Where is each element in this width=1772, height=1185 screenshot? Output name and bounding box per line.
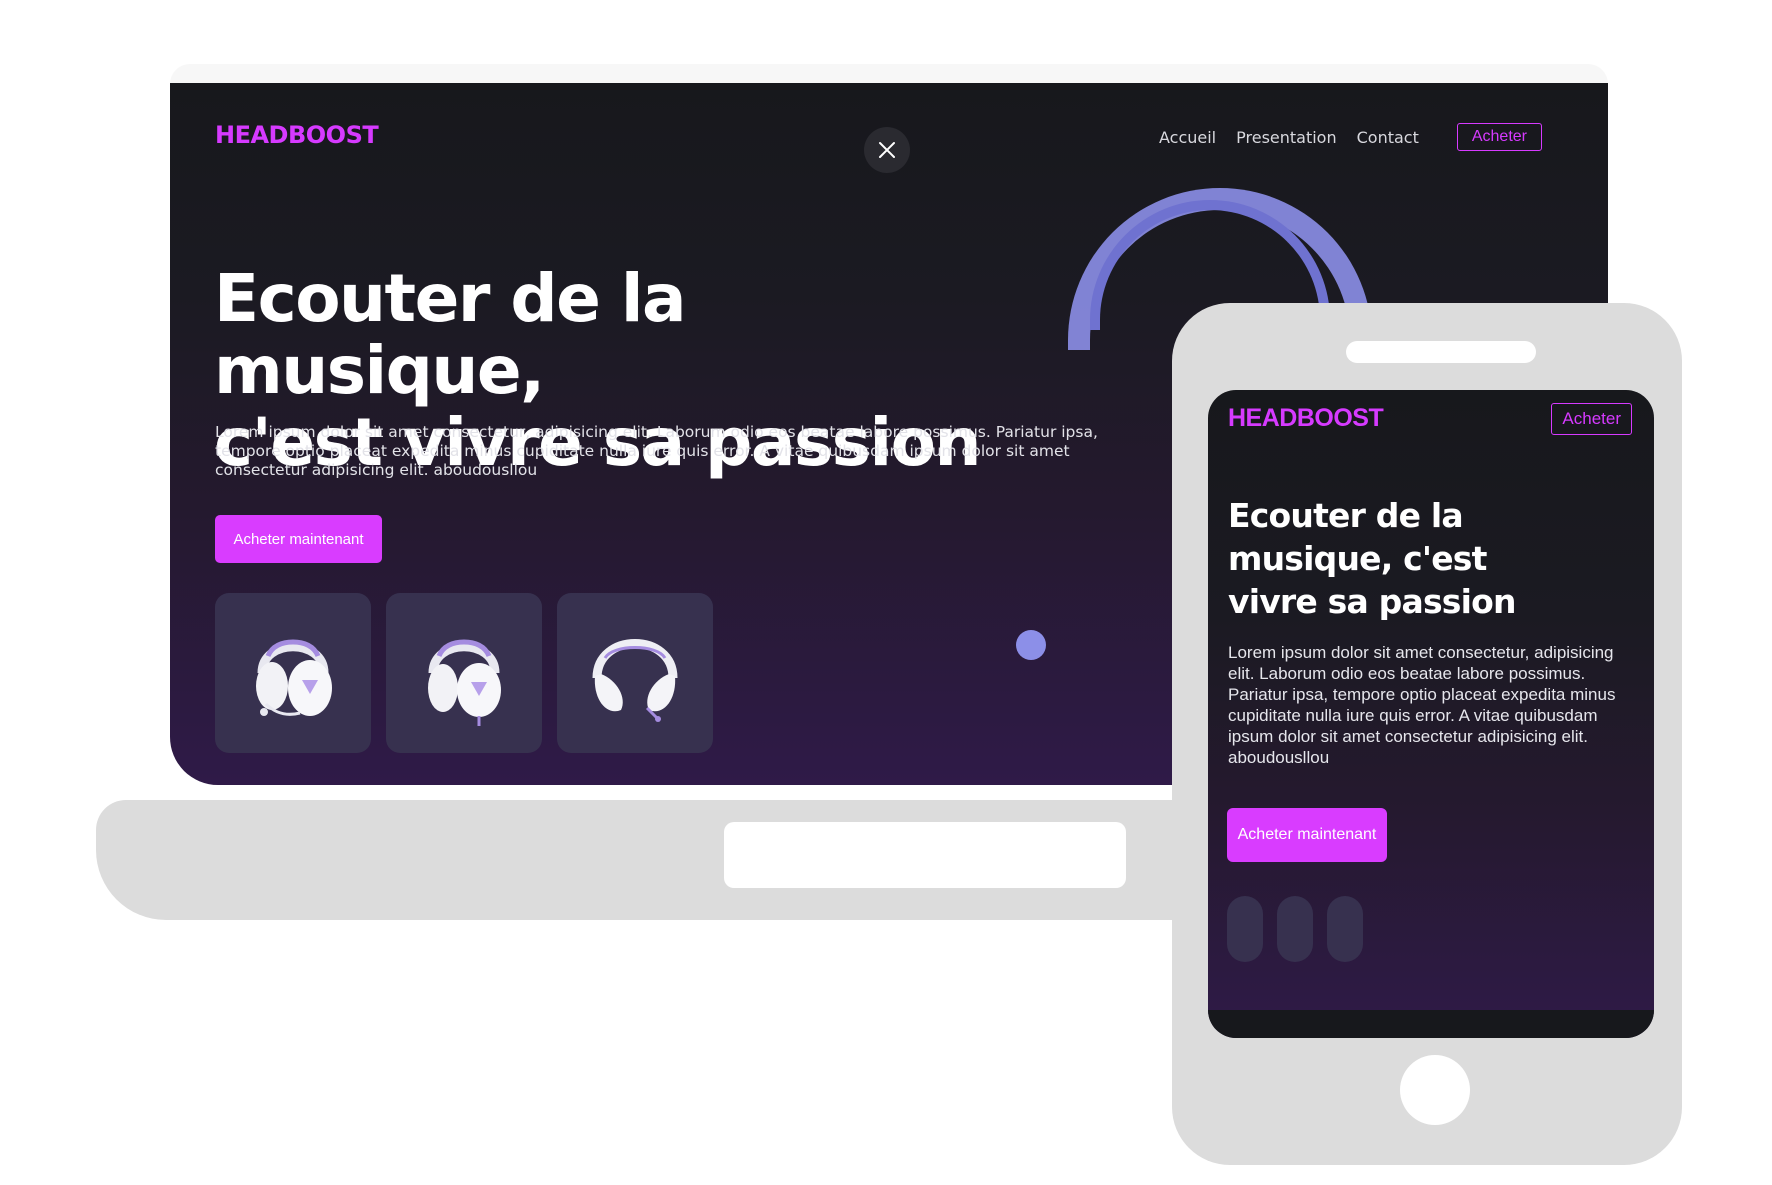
- mobile-hero-description: Lorem ipsum dolor sit amet consectetur, …: [1228, 643, 1616, 767]
- nav-contact[interactable]: Contact: [1357, 128, 1419, 147]
- hero-title-line1: Ecouter de la musique,: [214, 260, 687, 409]
- product-thumbnail-3[interactable]: [557, 593, 713, 753]
- nav-accueil[interactable]: Accueil: [1159, 128, 1216, 147]
- nav-presentation[interactable]: Presentation: [1236, 128, 1336, 147]
- phone-screen: HEADBOOST Acheter Ecouter de la musique,…: [1208, 390, 1654, 1038]
- close-button[interactable]: [864, 127, 910, 173]
- product-thumbnails: [215, 593, 713, 753]
- buy-button[interactable]: Acheter: [1456, 123, 1542, 151]
- mobile-thumbnail-2[interactable]: [1277, 896, 1313, 962]
- phone-speaker: [1346, 341, 1536, 363]
- mobile-buy-now-button[interactable]: Acheter maintenant: [1227, 808, 1387, 862]
- headphones-front-image: [428, 639, 501, 726]
- hero-description: Lorem ipsum dolor sit amet consectetur, …: [215, 423, 1098, 479]
- mobile-footer: [1208, 1010, 1654, 1038]
- laptop-trackpad: [724, 822, 1126, 888]
- mobile-buy-button[interactable]: Acheter: [1551, 403, 1632, 435]
- headphones-decoration-bit: [1016, 630, 1046, 660]
- mobile-hero-title: Ecouter de la musique, c'est vivre sa pa…: [1228, 496, 1517, 621]
- laptop-lid: [170, 64, 1608, 84]
- phone-home-button: [1400, 1055, 1470, 1125]
- mobile-logo[interactable]: HEADBOOST: [1228, 404, 1384, 433]
- product-thumbnail-2[interactable]: [386, 593, 542, 753]
- phone-frame: HEADBOOST Acheter Ecouter de la musique,…: [1172, 303, 1682, 1165]
- headphones-top-image: [592, 639, 678, 722]
- mobile-thumbnail-3[interactable]: [1327, 896, 1363, 962]
- logo[interactable]: HEADBOOST: [215, 121, 379, 149]
- headphones-front-image: [256, 639, 332, 716]
- mobile-product-thumbnails: [1227, 896, 1363, 962]
- main-nav: Accueil Presentation Contact Acheter: [1159, 123, 1542, 151]
- buy-now-button[interactable]: Acheter maintenant: [215, 515, 382, 563]
- close-icon: [879, 142, 895, 158]
- mobile-thumbnail-1[interactable]: [1227, 896, 1263, 962]
- product-thumbnail-1[interactable]: [215, 593, 371, 753]
